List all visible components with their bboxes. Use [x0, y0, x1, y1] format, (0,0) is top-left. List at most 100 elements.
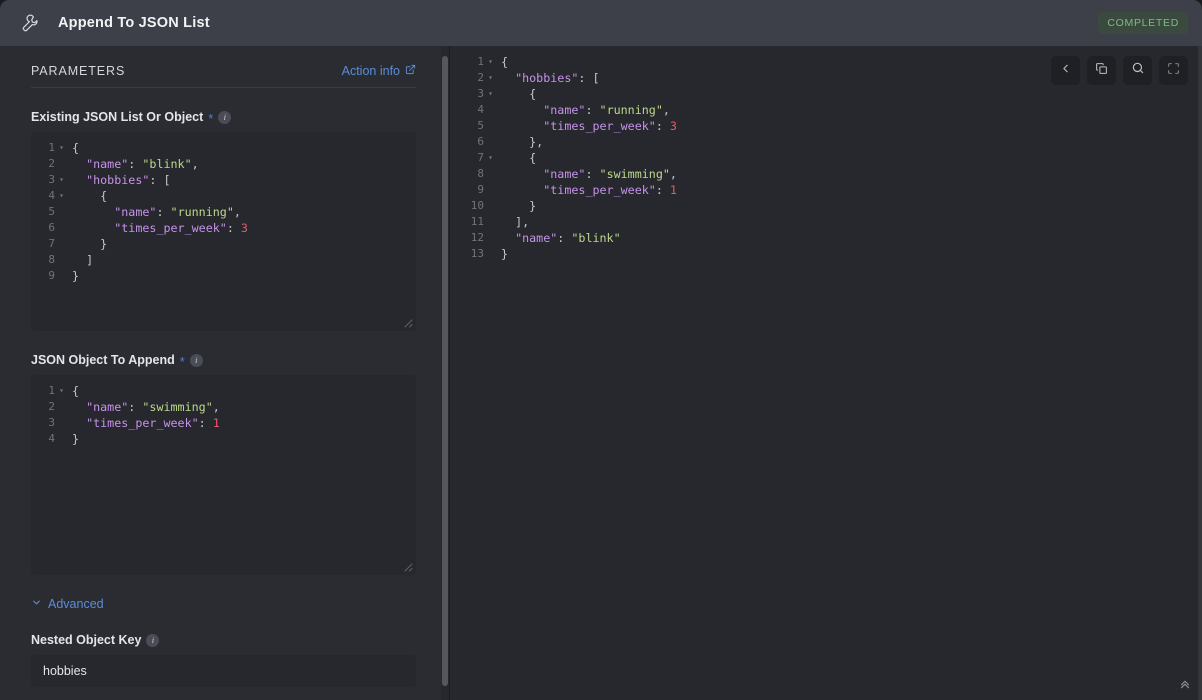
fullscreen-icon: [1167, 62, 1180, 80]
resize-handle[interactable]: [400, 315, 413, 328]
code-line: 3 ▾ {: [458, 86, 677, 102]
json-object-to-append-editor[interactable]: 1 ▾{2 "name": "swimming", 3 "times_per_wee…: [31, 375, 416, 575]
line-number: 3: [477, 87, 484, 100]
parameters-scrollbar-thumb[interactable]: [442, 56, 448, 686]
code-line: 4 "name": "running",: [458, 102, 677, 118]
double-chevron-up-icon: [1178, 676, 1192, 695]
code-line: 8 "name": "swimming",: [458, 166, 677, 182]
nested-object-key-input[interactable]: hobbies: [31, 655, 416, 687]
line-number: 3: [48, 416, 55, 429]
field-label-text: Existing JSON List Or Object: [31, 110, 204, 124]
line-number: 7: [48, 237, 55, 250]
line-number: 2: [477, 71, 484, 84]
line-number: 5: [48, 205, 55, 218]
code-line: 3 "times_per_week": 1: [31, 415, 416, 431]
fold-triangle-icon[interactable]: ▾: [55, 383, 68, 399]
external-link-icon: [405, 64, 416, 78]
line-number: 5: [477, 119, 484, 132]
output-toolbar: [1051, 56, 1188, 85]
resize-handle[interactable]: [400, 559, 413, 572]
line-number: 1: [477, 55, 484, 68]
code-text: "times_per_week": 3: [72, 221, 248, 235]
code-line: 9 "times_per_week": 1: [458, 182, 677, 198]
copy-icon: [1095, 62, 1108, 80]
field-label-text: JSON Object To Append: [31, 353, 175, 367]
fold-triangle-icon[interactable]: ▾: [55, 172, 68, 188]
code-text: ],: [501, 215, 530, 229]
line-number: 1: [48, 384, 55, 397]
parameters-panel: PARAMETERS Action info Existing JSON Lis…: [0, 46, 449, 700]
line-number: 7: [477, 151, 484, 164]
fullscreen-button[interactable]: [1159, 56, 1188, 85]
code-text: }: [72, 432, 80, 446]
line-number: 2: [48, 157, 55, 170]
line-number: 4: [48, 432, 55, 445]
fold-triangle-icon[interactable]: ▾: [484, 150, 497, 166]
field-label-text: Nested Object Key: [31, 633, 142, 647]
code-line: 2 ▾ "hobbies": [: [458, 70, 677, 86]
code-line: 4}: [31, 431, 416, 447]
code-lines: 1 ▾{2 "name": "blink", 3 ▾ "hobbies": [4 ▾ {…: [31, 140, 416, 284]
scroll-to-top-button[interactable]: [1174, 674, 1196, 696]
code-text: }: [72, 237, 108, 251]
fold-triangle-icon[interactable]: ▾: [55, 188, 68, 204]
fold-triangle-icon[interactable]: ▾: [55, 140, 68, 156]
advanced-toggle[interactable]: Advanced: [31, 597, 416, 611]
action-info-link[interactable]: Action info: [342, 64, 416, 78]
code-text: "times_per_week": 1: [501, 183, 677, 197]
line-number: 6: [477, 135, 484, 148]
code-line: 3 ▾ "hobbies": [: [31, 172, 416, 188]
required-marker: *: [208, 111, 214, 126]
chevron-left-icon: [1059, 62, 1072, 80]
line-number: 8: [477, 167, 484, 180]
window-titlebar: Append To JSON List COMPLETED: [0, 0, 1202, 46]
action-run-window: Append To JSON List COMPLETED PARAMETERS…: [0, 0, 1202, 700]
code-text: {: [72, 189, 108, 203]
fold-triangle-icon[interactable]: ▾: [484, 70, 497, 86]
code-line: 1 ▾ {: [31, 140, 416, 156]
line-number: 10: [470, 199, 484, 212]
code-line: 6 },: [458, 134, 677, 150]
info-icon[interactable]: i: [189, 353, 203, 367]
line-number: 4: [477, 103, 484, 116]
code-line: 5 "name": "running",: [31, 204, 416, 220]
code-text: "times_per_week": 3: [501, 119, 677, 133]
line-number: 1: [48, 141, 55, 154]
output-code-lines: 1 ▾{2 ▾ "hobbies": [3 ▾ {4 "name": "running…: [458, 54, 677, 262]
search-button[interactable]: [1123, 56, 1152, 85]
line-number: 12: [470, 231, 484, 244]
line-number: 3: [48, 173, 55, 186]
code-text: "name": "running",: [501, 103, 670, 117]
copy-button[interactable]: [1087, 56, 1116, 85]
code-line: 1 ▾ {: [31, 383, 416, 399]
advanced-label: Advanced: [48, 597, 104, 611]
existing-json-editor[interactable]: 1 ▾{2 "name": "blink", 3 ▾ "hobbies": [4 ▾ {…: [31, 132, 416, 331]
info-icon[interactable]: i: [146, 633, 160, 647]
code-line: 7 ▾ {: [458, 150, 677, 166]
code-line: 13}: [458, 246, 677, 262]
wrench-icon: [14, 6, 48, 40]
output-panel: 1 ▾{2 ▾ "hobbies": [3 ▾ {4 "name": "running…: [450, 46, 1202, 700]
info-icon[interactable]: i: [218, 110, 232, 124]
back-button[interactable]: [1051, 56, 1080, 85]
code-text: ]: [72, 253, 94, 267]
parameters-header: PARAMETERS Action info: [31, 56, 416, 88]
code-line: 12 "name": "blink": [458, 230, 677, 246]
code-text: {: [501, 151, 537, 165]
code-text: "name": "blink",: [72, 157, 199, 171]
fold-triangle-icon[interactable]: ▾: [484, 86, 497, 102]
code-text: {: [501, 87, 537, 101]
code-line: 6 "times_per_week": 3: [31, 220, 416, 236]
required-marker: *: [179, 354, 185, 369]
window-body: PARAMETERS Action info Existing JSON Lis…: [0, 46, 1202, 700]
page-title: Append To JSON List: [58, 15, 210, 31]
fold-triangle-icon[interactable]: ▾: [484, 54, 497, 70]
output-scrollbar[interactable]: [1198, 46, 1202, 700]
line-number: 13: [470, 247, 484, 260]
chevron-down-icon: [31, 597, 42, 611]
code-line: 9}: [31, 268, 416, 284]
field-label-existing-json: Existing JSON List Or Object * i: [31, 110, 416, 126]
code-line: 4 ▾ {: [31, 188, 416, 204]
line-number: 9: [48, 269, 55, 282]
code-line: 5 "times_per_week": 3: [458, 118, 677, 134]
